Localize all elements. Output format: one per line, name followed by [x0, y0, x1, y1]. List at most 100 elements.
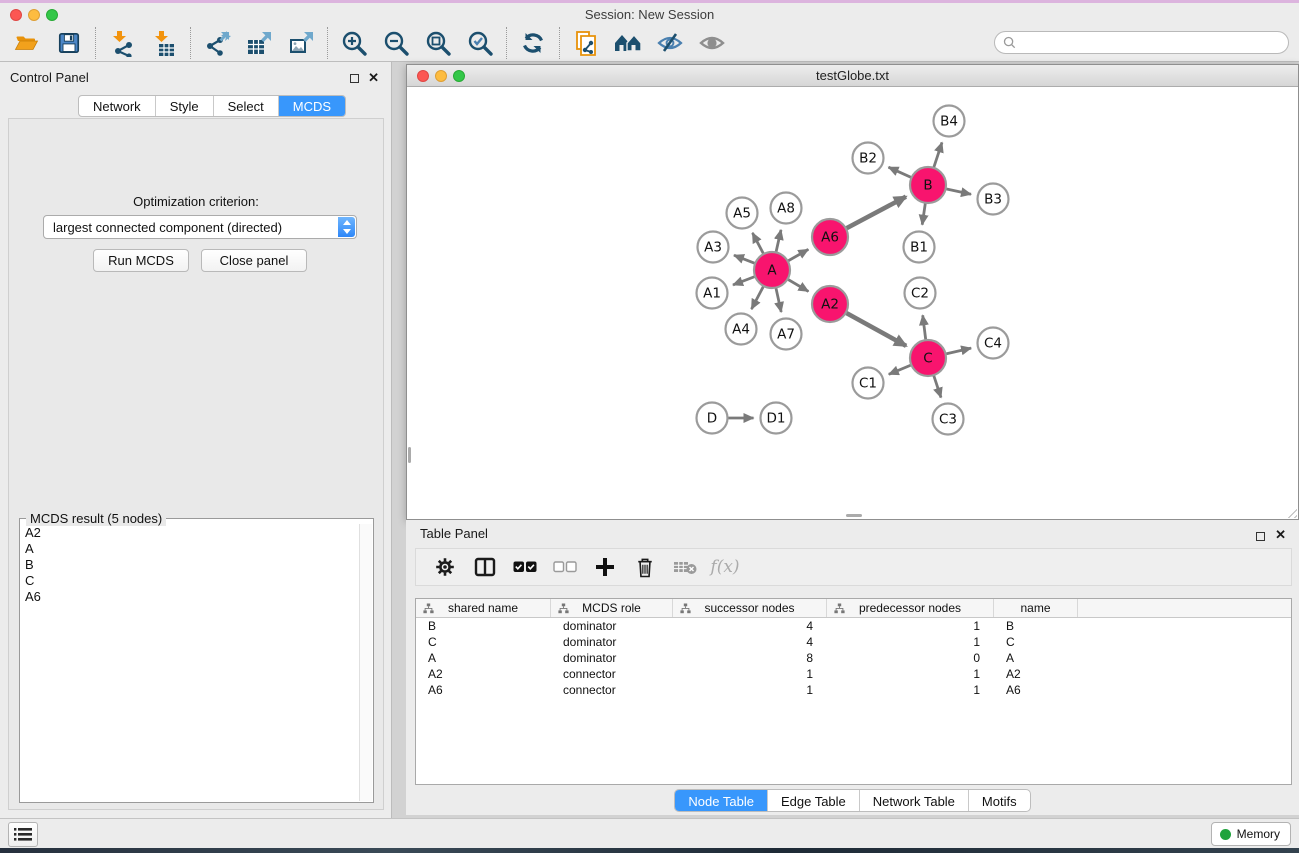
result-item[interactable]: A — [21, 540, 359, 556]
graph-node-B4[interactable]: B4 — [934, 106, 965, 137]
show-column-icon[interactable] — [468, 552, 502, 582]
tab-network[interactable]: Network — [79, 96, 156, 116]
table-cell[interactable]: A — [416, 650, 551, 666]
open-session-icon[interactable] — [12, 28, 42, 58]
graph-node-D[interactable]: D — [697, 403, 728, 434]
tab-node-table[interactable]: Node Table — [675, 790, 768, 811]
table-cell[interactable]: B — [416, 618, 551, 634]
close-panel-icon[interactable]: ✕ — [368, 70, 379, 86]
export-network-icon[interactable] — [202, 28, 232, 58]
table-cell[interactable]: 1 — [827, 666, 994, 682]
import-table-icon[interactable] — [149, 28, 179, 58]
tab-motifs[interactable]: Motifs — [969, 790, 1030, 811]
zoom-out-icon[interactable] — [381, 28, 411, 58]
select-all-checkboxes-icon[interactable] — [508, 552, 542, 582]
table-cell[interactable]: C — [994, 634, 1078, 650]
table-cell[interactable]: dominator — [551, 650, 673, 666]
table-row[interactable]: Cdominator41C — [416, 634, 1291, 650]
result-scrollbar[interactable] — [359, 524, 372, 801]
clone-network-icon[interactable] — [571, 28, 601, 58]
export-table-icon[interactable] — [244, 28, 274, 58]
graph-node-B3[interactable]: B3 — [978, 184, 1009, 215]
float-panel-icon[interactable] — [350, 74, 359, 83]
graph-node-A4[interactable]: A4 — [726, 314, 757, 345]
table-cell[interactable]: A — [994, 650, 1078, 666]
table-cell[interactable]: 1 — [673, 682, 827, 698]
graph-node-A7[interactable]: A7 — [771, 319, 802, 350]
show-panel-list-button[interactable] — [8, 822, 38, 847]
graph-node-A2[interactable]: A2 — [812, 286, 848, 322]
table-cell[interactable]: dominator — [551, 618, 673, 634]
table-float-icon[interactable] — [1256, 532, 1265, 541]
tab-network-table[interactable]: Network Table — [860, 790, 969, 811]
tab-mcds[interactable]: MCDS — [279, 96, 345, 116]
table-cell[interactable]: dominator — [551, 634, 673, 650]
table-row[interactable]: A2connector11A2 — [416, 666, 1291, 682]
run-mcds-button[interactable]: Run MCDS — [93, 249, 189, 272]
network-window-titlebar[interactable]: testGlobe.txt — [407, 65, 1298, 87]
table-row[interactable]: Bdominator41B — [416, 618, 1291, 634]
tab-select[interactable]: Select — [214, 96, 279, 116]
graph-node-C2[interactable]: C2 — [905, 278, 936, 309]
table-cell[interactable]: connector — [551, 666, 673, 682]
table-cell[interactable]: C — [416, 634, 551, 650]
refresh-layout-icon[interactable] — [518, 28, 548, 58]
memory-button[interactable]: Memory — [1211, 822, 1291, 846]
close-panel-button[interactable]: Close panel — [201, 249, 307, 272]
import-network-icon[interactable] — [107, 28, 137, 58]
table-row[interactable]: A6connector11A6 — [416, 682, 1291, 698]
graph-node-A3[interactable]: A3 — [698, 232, 729, 263]
table-row[interactable]: Adominator80A — [416, 650, 1291, 666]
save-session-icon[interactable] — [54, 28, 84, 58]
column-header-MCDS-role[interactable]: MCDS role — [551, 599, 673, 617]
table-settings-gear-icon[interactable] — [428, 552, 462, 582]
result-item[interactable]: C — [21, 572, 359, 588]
column-header-shared-name[interactable]: shared name — [416, 599, 551, 617]
horizontal-scroll-indicator[interactable] — [846, 514, 862, 517]
table-cell[interactable]: B — [994, 618, 1078, 634]
graph-node-B2[interactable]: B2 — [853, 143, 884, 174]
result-item[interactable]: A6 — [21, 588, 359, 604]
show-panels-eye-icon[interactable] — [697, 28, 727, 58]
search-input[interactable] — [1021, 36, 1271, 50]
table-cell[interactable]: 1 — [827, 618, 994, 634]
column-header-successor-nodes[interactable]: successor nodes — [673, 599, 827, 617]
table-cell[interactable]: 4 — [673, 618, 827, 634]
tab-style[interactable]: Style — [156, 96, 214, 116]
vertical-scroll-indicator[interactable] — [408, 447, 411, 463]
graph-node-D1[interactable]: D1 — [761, 403, 792, 434]
table-cell[interactable]: A6 — [416, 682, 551, 698]
graph-node-A[interactable]: A — [754, 252, 790, 288]
export-image-icon[interactable] — [286, 28, 316, 58]
zoom-selected-icon[interactable] — [465, 28, 495, 58]
table-cell[interactable]: A2 — [416, 666, 551, 682]
table-cell[interactable]: 1 — [827, 634, 994, 650]
graph-node-C[interactable]: C — [910, 340, 946, 376]
graph-node-C1[interactable]: C1 — [853, 368, 884, 399]
table-cell[interactable]: 1 — [673, 666, 827, 682]
table-cell[interactable]: 1 — [827, 682, 994, 698]
table-cell[interactable]: A6 — [994, 682, 1078, 698]
result-item[interactable]: B — [21, 556, 359, 572]
network-canvas[interactable]: AA1A2A3A4A5A6A7A8BB1B2B3B4CC1C2C3C4DD1 — [407, 87, 1298, 519]
search-field[interactable] — [994, 31, 1289, 54]
home-view-icon[interactable] — [613, 28, 643, 58]
graph-node-C3[interactable]: C3 — [933, 404, 964, 435]
table-close-icon[interactable]: ✕ — [1275, 527, 1286, 543]
result-item[interactable]: A2 — [21, 524, 359, 540]
graph-node-A5[interactable]: A5 — [727, 198, 758, 229]
graph-node-B[interactable]: B — [910, 167, 946, 203]
tab-edge-table[interactable]: Edge Table — [768, 790, 860, 811]
graph-node-C4[interactable]: C4 — [978, 328, 1009, 359]
column-header-name[interactable]: name — [994, 599, 1078, 617]
zoom-fit-icon[interactable] — [423, 28, 453, 58]
optimization-criterion-select[interactable]: largest connected component (directed) — [43, 215, 357, 239]
function-builder-icon[interactable]: f(x) — [708, 552, 742, 582]
graph-node-A8[interactable]: A8 — [771, 193, 802, 224]
deselect-all-checkboxes-icon[interactable] — [548, 552, 582, 582]
column-header-predecessor-nodes[interactable]: predecessor nodes — [827, 599, 994, 617]
table-cell[interactable]: 8 — [673, 650, 827, 666]
graph-node-A1[interactable]: A1 — [697, 278, 728, 309]
delete-table-icon[interactable] — [668, 552, 702, 582]
table-cell[interactable]: A2 — [994, 666, 1078, 682]
